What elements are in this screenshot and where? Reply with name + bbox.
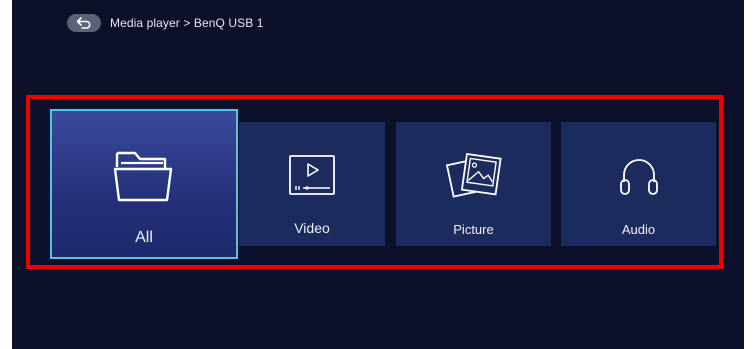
back-button[interactable]: [67, 14, 101, 32]
annotation-highlight-box: [26, 95, 723, 269]
breadcrumb-path: Media player > BenQ USB 1: [110, 16, 264, 30]
back-arrow-icon: [76, 17, 91, 29]
breadcrumb: Media player > BenQ USB 1: [67, 13, 264, 33]
